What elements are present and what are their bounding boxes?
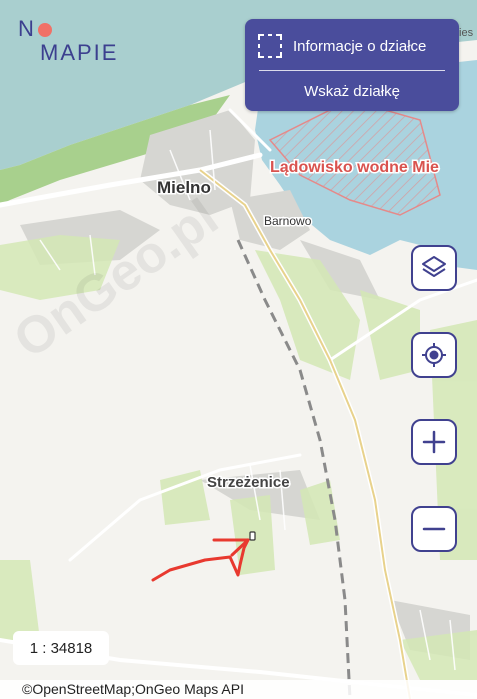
locate-button[interactable]	[411, 332, 457, 378]
layers-icon	[422, 256, 446, 277]
osm-link[interactable]: ©OpenStreetMap	[22, 681, 131, 697]
pick-parcel-button[interactable]: Wskaż działkę	[245, 75, 459, 107]
panel-divider	[259, 70, 445, 71]
plus-icon	[422, 430, 446, 454]
layers-button[interactable]	[411, 245, 457, 291]
label-strzezenice: Strzeżenice	[207, 474, 290, 491]
parcel-select-icon	[258, 34, 282, 58]
minus-icon	[422, 527, 446, 531]
label-mielno: Mielno	[157, 178, 211, 197]
parcel-info-button[interactable]: Informacje o działce	[257, 31, 449, 61]
map-scale: 1 : 34818	[13, 631, 109, 665]
pick-parcel-label: Wskaż działkę	[304, 82, 400, 100]
map-attribution: ©OpenStreetMap;OnGeo Maps API	[0, 680, 477, 699]
logo-dot-icon	[37, 23, 52, 37]
ongeo-link[interactable]: OnGeo Maps API	[135, 681, 244, 697]
parcel-info-panel: Informacje o działce Wskaż działkę	[245, 19, 459, 111]
parcel-marker[interactable]	[249, 531, 256, 541]
locate-icon	[422, 343, 446, 367]
app-logo: N MAPIE	[18, 16, 119, 65]
label-barnowo: Barnowo	[264, 214, 312, 228]
zoom-out-button[interactable]	[411, 506, 457, 552]
label-seaplane: Lądowisko wodne Mie	[270, 159, 439, 176]
parcel-info-title: Informacje o działce	[293, 37, 427, 55]
zoom-in-button[interactable]	[411, 419, 457, 465]
